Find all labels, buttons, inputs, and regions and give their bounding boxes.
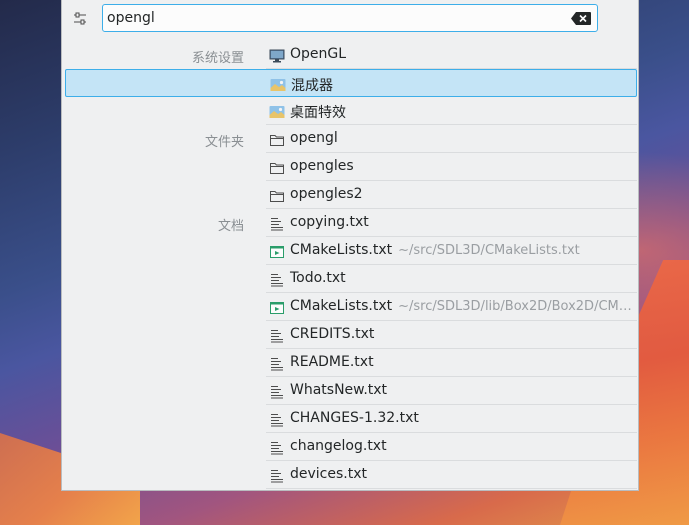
- result-title-group: WhatsNew.txt: [290, 382, 387, 398]
- result-title-group: CMakeLists.txt ~/src/SDL3D/lib/Box2D/Box2…: [290, 298, 632, 314]
- result-row[interactable]: CREDITS.txt: [65, 321, 637, 349]
- text-file-icon: [269, 412, 285, 427]
- result-title: copying.txt: [290, 214, 369, 230]
- result-title-group: 桌面特效: [290, 102, 346, 122]
- result-row[interactable]: Todo.txt: [65, 265, 637, 293]
- result-row[interactable]: README.txt: [65, 349, 637, 377]
- result-title-group: OpenGL: [290, 46, 346, 62]
- result-title: devices.txt: [290, 466, 367, 482]
- result-title: Todo.txt: [290, 270, 346, 286]
- result-path: ~/src/SDL3D/lib/Box2D/Box2D/CM…: [398, 299, 632, 314]
- text-file-icon: [269, 356, 285, 371]
- text-file-icon: [269, 216, 285, 231]
- category-label: 系统设置: [191, 51, 244, 66]
- row-divider: [266, 488, 637, 489]
- text-file-icon: [269, 384, 285, 399]
- folder-icon: [269, 160, 285, 174]
- result-row[interactable]: 混成器: [65, 69, 637, 97]
- result-row[interactable]: 桌面特效: [65, 97, 637, 125]
- result-title: CMakeLists.txt: [290, 298, 393, 314]
- search-input[interactable]: [102, 4, 598, 32]
- result-row[interactable]: changelog.txt: [65, 433, 637, 461]
- image-icon: [269, 104, 285, 118]
- result-title-group: CHANGES-1.32.txt: [290, 410, 419, 426]
- result-row[interactable]: devices.txt: [65, 461, 637, 489]
- folder-icon: [269, 132, 285, 146]
- text-file-icon: [269, 328, 285, 343]
- result-title: opengl: [290, 130, 338, 146]
- result-row[interactable]: CMakeLists.txt ~/src/SDL3D/lib/Box2D/Box2…: [65, 293, 637, 321]
- result-title: CHANGES-1.32.txt: [290, 410, 419, 426]
- result-title: CREDITS.txt: [290, 326, 375, 342]
- result-title-group: opengles: [290, 158, 354, 174]
- cmake-file-icon: [269, 300, 285, 314]
- result-title-group: Todo.txt: [290, 270, 346, 286]
- result-title: OpenGL: [290, 46, 347, 62]
- result-row[interactable]: 文件夹 opengl: [65, 125, 637, 153]
- text-file-icon: [269, 468, 285, 483]
- cmake-file-icon: [269, 244, 285, 258]
- result-title: README.txt: [290, 354, 374, 370]
- result-title: 混成器: [291, 78, 333, 94]
- result-row[interactable]: CMakeLists.txt ~/src/SDL3D/CMakeLists.txt: [65, 237, 637, 265]
- result-title: opengles2: [290, 186, 363, 202]
- category-label: 文档: [217, 219, 244, 234]
- clear-text-icon[interactable]: [570, 11, 592, 26]
- result-title-group: opengles2: [290, 186, 363, 202]
- result-title-group: 混成器: [291, 75, 333, 95]
- result-row[interactable]: opengles2: [65, 181, 637, 209]
- result-path: ~/src/SDL3D/CMakeLists.txt: [398, 243, 580, 258]
- result-title: 桌面特效: [290, 105, 346, 121]
- result-row[interactable]: WhatsNew.txt: [65, 377, 637, 405]
- result-row[interactable]: opengles: [65, 153, 637, 181]
- result-title-group: opengl: [290, 130, 338, 146]
- result-title-group: changelog.txt: [290, 438, 387, 454]
- image-icon: [270, 77, 286, 91]
- result-title-group: CMakeLists.txt ~/src/SDL3D/CMakeLists.txt: [290, 242, 580, 258]
- result-row[interactable]: CHANGES-1.32.txt: [65, 405, 637, 433]
- result-title: changelog.txt: [290, 438, 387, 454]
- text-file-icon: [269, 272, 285, 287]
- krunner-panel: 系统设置 OpenGL 混成器桌面特效文件夹 opengl opengles opengl…: [61, 0, 639, 491]
- configure-icon[interactable]: [72, 11, 88, 27]
- category-label: 文件夹: [204, 135, 244, 150]
- result-title: WhatsNew.txt: [290, 382, 388, 398]
- result-title-group: copying.txt: [290, 214, 369, 230]
- result-row[interactable]: 系统设置 OpenGL: [65, 41, 637, 69]
- folder-icon: [269, 188, 285, 202]
- monitor-icon: [269, 48, 285, 63]
- result-title: opengles: [290, 158, 354, 174]
- search-bar: [62, 0, 638, 40]
- result-title-group: CREDITS.txt: [290, 326, 374, 342]
- result-title: CMakeLists.txt: [290, 242, 393, 258]
- result-title-group: devices.txt: [290, 466, 367, 482]
- text-file-icon: [269, 440, 285, 455]
- result-row[interactable]: 文档 copying.txt: [65, 209, 637, 237]
- result-title-group: README.txt: [290, 354, 374, 370]
